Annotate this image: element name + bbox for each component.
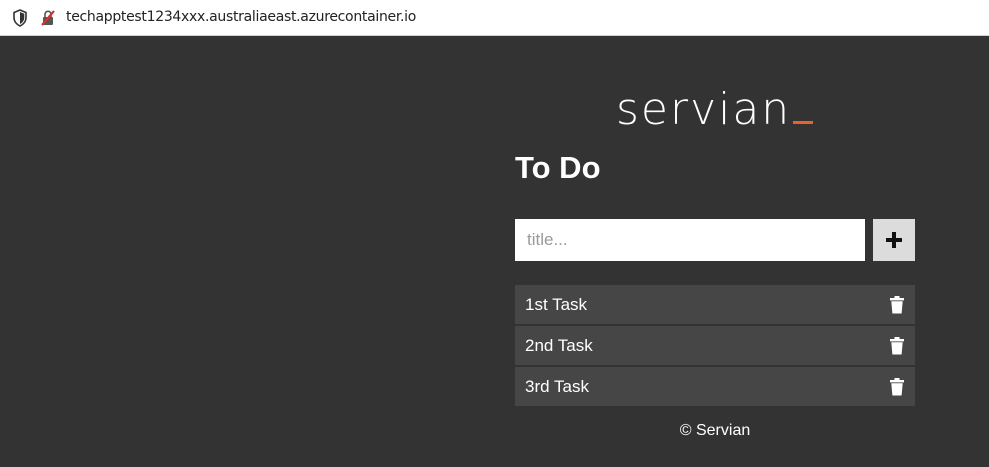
footer-copyright: © Servian xyxy=(679,422,751,439)
task-item[interactable]: 1st Task xyxy=(515,285,915,324)
task-label: 2nd Task xyxy=(525,335,593,355)
insecure-lock-icon[interactable] xyxy=(40,9,56,27)
url-text[interactable]: techapptest1234xxx.australiaeast.azureco… xyxy=(66,9,416,25)
add-task-button[interactable] xyxy=(873,219,915,261)
shield-icon[interactable] xyxy=(12,9,28,27)
plus-icon xyxy=(886,232,902,248)
task-list: 1st Task 2nd Task 3rd Task xyxy=(515,285,915,408)
logo-text: servian xyxy=(616,84,792,135)
trash-icon[interactable] xyxy=(889,295,905,314)
task-label: 1st Task xyxy=(525,294,588,314)
browser-address-bar[interactable]: techapptest1234xxx.australiaeast.azureco… xyxy=(0,0,989,36)
new-task-input[interactable] xyxy=(515,219,865,261)
trash-icon[interactable] xyxy=(889,336,905,355)
task-item[interactable]: 3rd Task xyxy=(515,367,915,406)
page-title: To Do xyxy=(515,150,601,185)
trash-icon[interactable] xyxy=(889,377,905,396)
task-label: 3rd Task xyxy=(525,376,589,396)
logo-underscore xyxy=(793,121,814,124)
servian-logo: servian xyxy=(616,84,814,136)
task-item[interactable]: 2nd Task xyxy=(515,326,915,365)
